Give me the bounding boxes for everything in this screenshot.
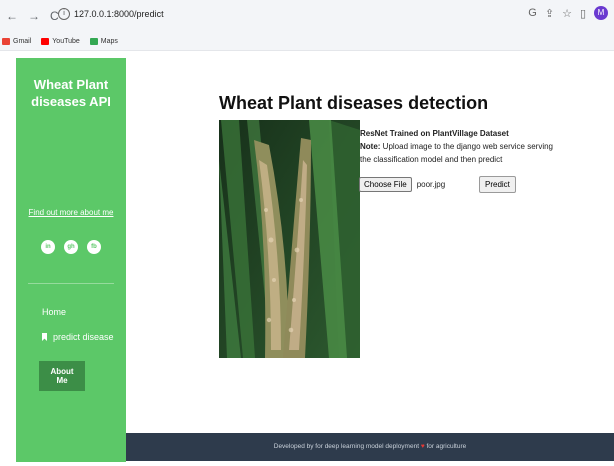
wheat-leaf-image bbox=[219, 120, 360, 358]
predict-button[interactable]: Predict bbox=[479, 176, 516, 193]
google-icon[interactable]: G bbox=[528, 7, 537, 19]
youtube-icon bbox=[41, 38, 50, 45]
bookmark-gmail[interactable]: Gmail bbox=[2, 38, 31, 45]
model-info: ResNet Trained on PlantVillage Dataset N… bbox=[360, 127, 560, 166]
social-links: in gh fb bbox=[16, 240, 126, 254]
footer: Developed by for deep learning model dep… bbox=[126, 433, 614, 461]
find-out-more-link[interactable]: Find out more about me bbox=[16, 208, 126, 217]
window-icon[interactable]: ▯ bbox=[580, 7, 586, 20]
model-line: ResNet Trained on PlantVillage Dataset bbox=[360, 129, 509, 138]
share-icon[interactable]: ⇪ bbox=[545, 7, 554, 20]
maps-icon bbox=[89, 38, 98, 45]
browser-nav: ← → C bbox=[6, 10, 59, 22]
sidebar-divider bbox=[28, 283, 114, 284]
choose-file-button[interactable]: Choose File bbox=[359, 177, 412, 192]
profile-avatar[interactable]: M bbox=[594, 6, 608, 20]
sidebar-item-label: predict disease bbox=[53, 332, 114, 342]
bookmark-maps[interactable]: Maps bbox=[89, 38, 118, 45]
browser-toolbar: ← → C i 127.0.0.1:8000/predict G ⇪ ☆ ▯ M… bbox=[0, 0, 614, 51]
bookmark-icon bbox=[42, 333, 47, 341]
sidebar-title: Wheat Plant diseases API bbox=[31, 77, 111, 109]
url-text: 127.0.0.1:8000/predict bbox=[74, 9, 164, 19]
gmail-icon bbox=[2, 38, 10, 45]
toolbar-actions: G ⇪ ☆ ▯ M bbox=[528, 6, 608, 20]
linkedin-icon[interactable]: in bbox=[41, 240, 55, 254]
file-upload: Choose File poor.jpg bbox=[359, 177, 445, 192]
address-bar[interactable]: i 127.0.0.1:8000/predict bbox=[58, 8, 164, 20]
leaf-illustration bbox=[219, 120, 360, 358]
sidebar-item-predict[interactable]: predict disease bbox=[42, 332, 114, 342]
facebook-icon[interactable]: fb bbox=[87, 240, 101, 254]
sidebar-item-home[interactable]: Home bbox=[42, 307, 66, 317]
bookmarks-bar: Gmail YouTube Maps bbox=[2, 38, 118, 45]
forward-icon[interactable]: → bbox=[28, 10, 40, 22]
page-title: Wheat Plant diseases detection bbox=[219, 93, 489, 113]
star-icon[interactable]: ☆ bbox=[562, 7, 572, 20]
info-icon[interactable]: i bbox=[58, 8, 70, 20]
back-icon[interactable]: ← bbox=[6, 10, 18, 22]
note-text: Note: Upload image to the django web ser… bbox=[360, 142, 553, 164]
file-name: poor.jpg bbox=[416, 180, 446, 189]
github-icon[interactable]: gh bbox=[64, 240, 78, 254]
about-me-button[interactable]: About Me bbox=[39, 361, 85, 391]
sidebar: Wheat Plant diseases API Find out more a… bbox=[16, 58, 126, 462]
bookmark-youtube[interactable]: YouTube bbox=[41, 38, 80, 45]
